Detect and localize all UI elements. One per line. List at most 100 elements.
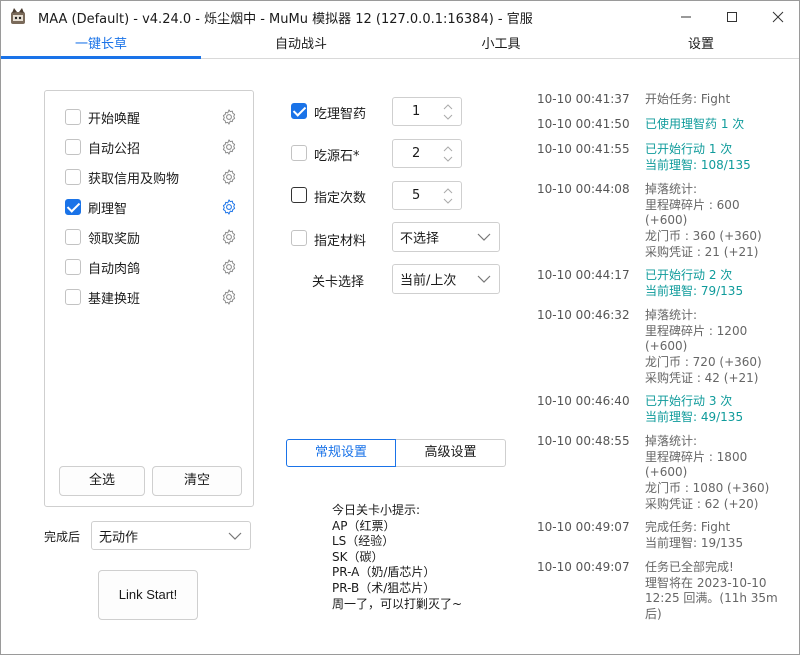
log-time: 10-10 00:46:32 <box>537 308 630 322</box>
times-count-stepper[interactable]: 5 <box>392 181 462 210</box>
spin-arrows-icon[interactable] <box>443 103 453 121</box>
log-message: 已开始行动 1 次 当前理智: 108/135 <box>645 142 751 173</box>
log-line: 掉落统计: <box>645 434 698 448</box>
task-item-rewards[interactable]: 领取奖励 <box>65 226 245 248</box>
task-checkbox[interactable] <box>65 229 81 245</box>
task-item-roguelike[interactable]: 自动肉鸽 <box>65 256 245 278</box>
tips-line: SK（碳） <box>332 549 384 564</box>
task-item-infrast[interactable]: 基建换班 <box>65 286 245 308</box>
maximize-button[interactable] <box>709 1 755 32</box>
minimize-button[interactable] <box>663 1 709 32</box>
log-message: 任务已全部完成! 理智将在 2023-10-10 12:25 回满。(11h 3… <box>645 560 778 623</box>
task-item-recruit[interactable]: 自动公招 <box>65 136 245 158</box>
maximize-icon <box>727 11 737 22</box>
after-finish-select[interactable]: 无动作 <box>91 521 251 550</box>
tab-settings[interactable]: 设置 <box>601 32 800 59</box>
after-finish-value: 无动作 <box>99 530 139 545</box>
log-line: 12:25 回满。(11h 35m <box>645 591 778 606</box>
stage-select[interactable]: 当前/上次 <box>392 264 500 294</box>
log-line: 里程碑碎片 : 1200 <box>645 323 748 338</box>
log-line: 已开始行动 3 次 <box>645 394 733 408</box>
log-line: 当前理智: 79/135 <box>645 283 744 298</box>
use-stone-checkbox[interactable] <box>291 145 307 161</box>
tab-advanced-settings[interactable]: 高级设置 <box>396 439 506 467</box>
log-line: 已使用理智药 1 次 <box>645 117 745 131</box>
task-checkbox[interactable] <box>65 139 81 155</box>
task-checkbox[interactable] <box>65 259 81 275</box>
material-checkbox[interactable] <box>291 230 307 246</box>
medicine-count-value: 1 <box>412 104 421 119</box>
task-list-panel: 开始唤醒 自动公招 获取信用及购物 刷理智 领取奖励 自动肉鸽 基建换班 全选 … <box>44 90 254 507</box>
task-checkbox[interactable] <box>65 109 81 125</box>
task-item-fight[interactable]: 刷理智 <box>65 196 245 218</box>
gear-icon[interactable] <box>220 138 238 156</box>
select-all-button[interactable]: 全选 <box>59 466 145 496</box>
log-line: 掉落统计: <box>645 308 698 322</box>
task-checkbox[interactable] <box>65 289 81 305</box>
material-label: 指定材料 <box>314 234 367 249</box>
material-value: 不选择 <box>400 231 440 247</box>
tab-tools[interactable]: 小工具 <box>401 32 601 59</box>
chevron-down-icon <box>228 532 242 540</box>
task-checkbox[interactable] <box>65 199 81 215</box>
log-line: (+600) <box>645 213 688 228</box>
close-button[interactable] <box>755 1 800 32</box>
log-time: 10-10 00:49:07 <box>537 560 630 574</box>
chevron-down-icon <box>477 275 491 283</box>
minimize-icon <box>681 16 691 17</box>
log-line: 任务已全部完成! <box>645 560 734 574</box>
log-line: 已开始行动 1 次 <box>645 142 733 156</box>
log-time: 10-10 00:41:55 <box>537 142 630 156</box>
use-medicine-checkbox[interactable] <box>291 103 307 119</box>
times-label: 指定次数 <box>314 191 367 206</box>
log-message: 开始任务: Fight <box>645 92 730 108</box>
log-message: 掉落统计: 里程碑碎片 : 600 (+600) 龙门币 : 360 (+360… <box>645 182 762 261</box>
tab-auto-battle[interactable]: 自动战斗 <box>201 32 401 59</box>
tips-line: AP（红票） <box>332 518 396 533</box>
log-line: 完成任务: Fight <box>645 520 731 534</box>
tips-line: 周一了，可以打剿灭了~ <box>332 596 463 611</box>
task-item-credit-shop[interactable]: 获取信用及购物 <box>65 166 245 188</box>
title-bar: MAA (Default) - v4.24.0 - 烁尘烟中 - MuMu 模拟… <box>1 1 799 32</box>
stone-count-stepper[interactable]: 2 <box>392 139 462 168</box>
times-count-value: 5 <box>412 188 421 203</box>
log-time: 10-10 00:41:37 <box>537 92 630 106</box>
log-line: 当前理智: 19/135 <box>645 535 744 550</box>
log-line: 当前理智: 49/135 <box>645 409 744 424</box>
log-line: 后) <box>645 607 662 622</box>
task-checkbox[interactable] <box>65 169 81 185</box>
log-message: 完成任务: Fight 当前理智: 19/135 <box>645 520 743 551</box>
gear-icon[interactable] <box>220 258 238 276</box>
clear-button[interactable]: 清空 <box>152 466 242 496</box>
tab-normal-settings[interactable]: 常规设置 <box>286 439 396 467</box>
times-checkbox[interactable] <box>291 187 307 203</box>
log-line: 已开始行动 2 次 <box>645 268 733 282</box>
stage-value: 当前/上次 <box>400 273 457 289</box>
log-time: 10-10 00:41:50 <box>537 117 630 131</box>
log-line: 龙门币 : 360 (+360) <box>645 229 762 244</box>
gear-icon[interactable] <box>220 168 238 186</box>
log-time: 10-10 00:49:07 <box>537 520 630 534</box>
gear-icon[interactable] <box>220 108 238 126</box>
gear-icon[interactable] <box>220 198 238 216</box>
spin-arrows-icon[interactable] <box>443 187 453 205</box>
tab-farming[interactable]: 一键长草 <box>1 32 201 59</box>
spin-arrows-icon[interactable] <box>443 145 453 163</box>
use-stone-label: 吃源石* <box>314 149 360 164</box>
task-item-wakeup[interactable]: 开始唤醒 <box>65 106 245 128</box>
maa-app-icon <box>11 8 25 24</box>
log-message: 已使用理智药 1 次 <box>645 117 744 133</box>
task-label: 开始唤醒 <box>88 112 141 127</box>
log-time: 10-10 00:46:40 <box>537 394 630 408</box>
link-start-button[interactable]: Link Start! <box>98 570 198 620</box>
main-tab-bar: 一键长草 自动战斗 小工具 设置 <box>1 32 799 59</box>
after-finish-label: 完成后 <box>44 530 81 544</box>
tips-title: 今日关卡小提示: <box>332 503 421 517</box>
gear-icon[interactable] <box>220 228 238 246</box>
log-line: 开始任务: Fight <box>645 92 731 106</box>
gear-icon[interactable] <box>220 288 238 306</box>
medicine-count-stepper[interactable]: 1 <box>392 97 462 126</box>
task-label: 刷理智 <box>88 202 128 217</box>
material-select[interactable]: 不选择 <box>392 222 500 252</box>
log-time: 10-10 00:44:17 <box>537 268 630 282</box>
